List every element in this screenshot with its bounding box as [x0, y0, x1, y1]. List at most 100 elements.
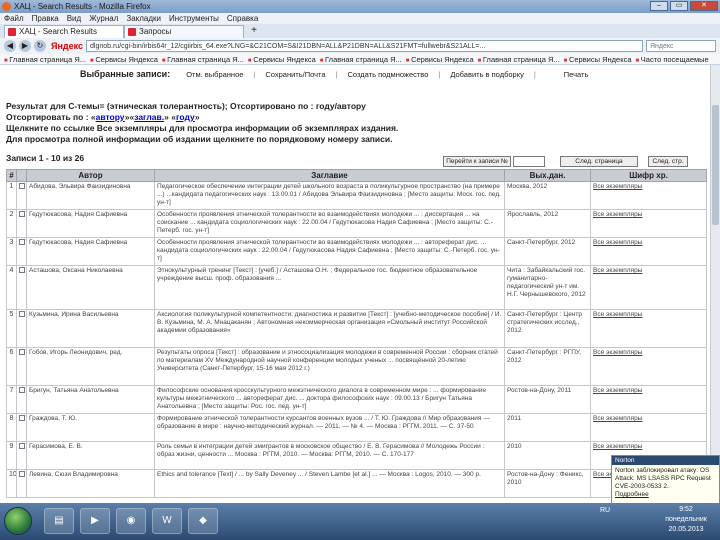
- bookmark-item[interactable]: Главная страница Я...: [4, 54, 86, 64]
- menu-file[interactable]: Файл: [4, 13, 24, 24]
- print-link[interactable]: Печать: [564, 70, 589, 79]
- column-header[interactable]: Вых.дан.: [504, 169, 591, 182]
- all-copies-link[interactable]: Все экземпляры: [590, 237, 707, 266]
- start-button[interactable]: [4, 507, 32, 535]
- bookmark-item[interactable]: Главная страница Я...: [320, 54, 402, 64]
- close-button[interactable]: ✕: [690, 1, 718, 11]
- back-icon[interactable]: ◀: [4, 40, 16, 52]
- menu-edit[interactable]: Правка: [32, 13, 59, 24]
- select-checkbox[interactable]: [19, 443, 25, 449]
- favicon-icon: [128, 28, 136, 36]
- bookmark-item[interactable]: Главная страница Я...: [162, 54, 244, 64]
- select-checkbox[interactable]: [19, 471, 25, 477]
- select-checkbox[interactable]: [19, 211, 25, 217]
- yandex-logo[interactable]: Яндекс: [51, 41, 83, 51]
- search-input[interactable]: Яндекс: [646, 40, 716, 52]
- record-number[interactable]: 3: [6, 237, 17, 266]
- taskbar: ▤ ▶ ◉ W ◆ RU 9:52 понедельник 20.05.2013: [0, 503, 720, 540]
- forward-icon[interactable]: ▶: [19, 40, 31, 52]
- column-header[interactable]: Шифр хр.: [590, 169, 707, 182]
- vertical-scrollbar[interactable]: [710, 65, 720, 503]
- menu-view[interactable]: Вид: [67, 13, 81, 24]
- record-number[interactable]: 7: [6, 385, 17, 414]
- sort-by-title-link[interactable]: заглав.: [134, 112, 164, 122]
- save-mail-link[interactable]: Сохранить/Почта: [265, 70, 325, 79]
- language-indicator[interactable]: RU: [600, 507, 610, 514]
- all-copies-link[interactable]: Все экземпляры: [590, 385, 707, 414]
- address-bar[interactable]: dlgnob.ru/cgi-bin/irbis64r_12/cgiirbis_6…: [86, 40, 643, 52]
- tab-search-results[interactable]: ХАЦ - Search Results: [4, 25, 124, 38]
- all-copies-link[interactable]: Все экземпляры: [590, 413, 707, 442]
- add-to-collection-link[interactable]: Добавить в подборку: [450, 70, 524, 79]
- column-header[interactable]: Заглавие: [154, 169, 505, 182]
- unmark-selected-link[interactable]: Отм. выбранное: [186, 70, 243, 79]
- taskbar-explorer-icon[interactable]: ▤: [44, 508, 74, 534]
- record-number[interactable]: 1: [6, 181, 17, 210]
- select-checkbox[interactable]: [19, 311, 25, 317]
- all-copies-link[interactable]: Все экземпляры: [590, 309, 707, 348]
- bookmark-item[interactable]: Сервисы Яндекса: [406, 54, 474, 64]
- clock-time: 9:52: [679, 506, 693, 513]
- minimize-button[interactable]: –: [650, 1, 668, 11]
- bookmark-item[interactable]: Сервисы Яндекса: [564, 54, 632, 64]
- select-checkbox[interactable]: [19, 349, 25, 355]
- select-checkbox[interactable]: [19, 267, 25, 273]
- select-checkbox[interactable]: [19, 387, 25, 393]
- record-number[interactable]: 8: [6, 413, 17, 442]
- bookmark-item[interactable]: Часто посещаемые: [636, 54, 709, 64]
- record-publication: Ростов-на-Дону : Феникс, 2010: [504, 469, 591, 498]
- record-number-input[interactable]: [513, 156, 545, 167]
- create-subset-link[interactable]: Создать подмножество: [348, 70, 429, 79]
- taskbar-word-icon[interactable]: W: [152, 508, 182, 534]
- bookmark-item[interactable]: Главная страница Я...: [478, 54, 560, 64]
- table-row: 6 Гобов, Игорь Леонидович, ред. Результа…: [6, 347, 707, 386]
- record-publication: 2010: [504, 441, 591, 470]
- record-number[interactable]: 9: [6, 441, 17, 470]
- records-count: Записи 1 - 10 из 26: [6, 153, 85, 163]
- scrollbar-thumb[interactable]: [712, 105, 719, 225]
- taskbar-firefox-icon[interactable]: ◉: [116, 508, 146, 534]
- select-checkbox[interactable]: [19, 415, 25, 421]
- sort-by-author-link[interactable]: автору: [96, 112, 125, 122]
- all-copies-link[interactable]: Все экземпляры: [590, 181, 707, 210]
- bookmark-item[interactable]: Сервисы Яндекса: [248, 54, 316, 64]
- record-number[interactable]: 4: [6, 265, 17, 310]
- menu-tools[interactable]: Инструменты: [169, 13, 219, 24]
- record-publication: Ростов-на-Дону, 2011: [504, 385, 591, 414]
- maximize-button[interactable]: ▭: [670, 1, 688, 11]
- record-number[interactable]: 2: [6, 209, 17, 238]
- record-publication: 2011: [504, 413, 591, 442]
- table-row: 4 Асташова, Оксана Николаевна Этнокульту…: [6, 265, 707, 310]
- all-copies-link[interactable]: Все экземпляры: [590, 209, 707, 238]
- all-copies-link[interactable]: Все экземпляры: [590, 347, 707, 386]
- new-tab-button[interactable]: +: [247, 25, 261, 37]
- record-number[interactable]: 5: [6, 309, 17, 348]
- taskbar-app-icon[interactable]: ◆: [188, 508, 218, 534]
- tab-queries[interactable]: Запросы: [124, 25, 244, 38]
- reload-icon[interactable]: ↻: [34, 40, 46, 52]
- record-author: Гедутюкасова, Надия Сафиевна: [26, 237, 155, 266]
- select-checkbox[interactable]: [19, 239, 25, 245]
- sort-line: Отсортировать по : «автору»«заглав.» «го…: [6, 112, 200, 122]
- record-title: Этнокультурный тренинг [Текст] : [учеб.]…: [154, 265, 505, 310]
- column-header[interactable]: Автор: [26, 169, 155, 182]
- system-tray: RU: [600, 507, 660, 535]
- select-checkbox[interactable]: [19, 183, 25, 189]
- menu-history[interactable]: Журнал: [89, 13, 118, 24]
- notification-details-link[interactable]: Подробнее: [615, 491, 716, 499]
- record-number[interactable]: 10: [6, 469, 17, 498]
- menu-bookmarks[interactable]: Закладки: [126, 13, 161, 24]
- record-author: Левина, Сюзи Владимировна: [26, 469, 155, 498]
- bookmark-item[interactable]: Сервисы Яндекса: [90, 54, 158, 64]
- next-page-short-button[interactable]: След. стр.: [648, 156, 688, 167]
- record-number[interactable]: 6: [6, 347, 17, 386]
- next-page-button[interactable]: След. страница: [560, 156, 638, 167]
- instruction-line: Для просмотра полной информации об издан…: [6, 134, 393, 144]
- all-copies-link[interactable]: Все экземпляры: [590, 265, 707, 310]
- table-header-row: # Автор Заглавие Вых.дан. Шифр хр.: [6, 169, 707, 182]
- jump-to-record-button[interactable]: Перейти к записи №: [443, 156, 511, 167]
- menu-help[interactable]: Справка: [227, 13, 258, 24]
- taskbar-media-icon[interactable]: ▶: [80, 508, 110, 534]
- clock[interactable]: 9:52 понедельник 20.05.2013: [655, 505, 717, 539]
- sort-by-year-link[interactable]: году: [176, 112, 195, 122]
